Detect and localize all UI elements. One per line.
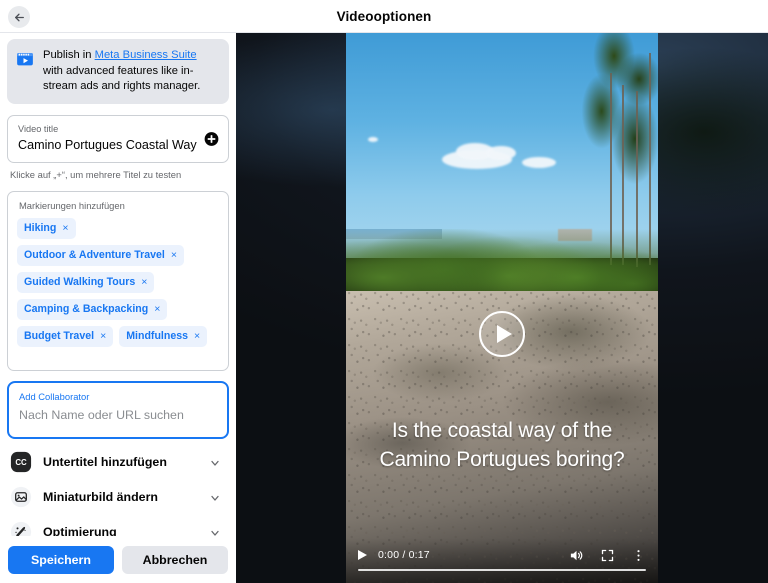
- row-change-thumbnail[interactable]: Miniaturbild ändern: [7, 480, 229, 515]
- collaborator-search-input[interactable]: Nach Name oder URL suchen: [19, 406, 217, 425]
- dialog-header: Videooptionen: [0, 0, 768, 33]
- row-label: Untertitel hinzufügen: [43, 455, 167, 469]
- chevron-down-icon[interactable]: [209, 526, 221, 536]
- add-collaborator-label: Add Collaborator: [19, 390, 90, 402]
- video-options-dialog: Videooptionen Publish in Meta Business S…: [0, 0, 768, 583]
- tag-remove-icon[interactable]: ×: [194, 330, 200, 341]
- add-title-button[interactable]: [204, 131, 219, 146]
- meta-business-suite-banner: Publish in Meta Business Suite with adva…: [7, 39, 229, 104]
- cancel-button[interactable]: Abbrechen: [122, 545, 228, 574]
- cloud-shape: [368, 137, 378, 142]
- time-display: 0:00 / 0:17: [378, 549, 430, 561]
- video-title-label: Video title: [18, 123, 59, 134]
- video-preview-region: Is the coastal way of the Camino Portugu…: [236, 33, 768, 583]
- tag-chip-label: Outdoor & Adventure Travel: [24, 248, 165, 261]
- tag-chip-label: Camping & Backpacking: [24, 302, 149, 315]
- video-clapper-icon: [16, 50, 34, 68]
- add-collaborator-field[interactable]: Add Collaborator Nach Name oder URL such…: [7, 380, 229, 439]
- video-controls: 0:00 / 0:17: [346, 538, 658, 583]
- tag-chip[interactable]: Budget Travel ×: [17, 325, 114, 347]
- row-add-subtitles[interactable]: CC Untertitel hinzufügen: [7, 445, 229, 480]
- options-rows: CC Untertitel hinzufügen Miniaturbild än…: [7, 445, 229, 536]
- cloud-shape: [486, 146, 516, 160]
- magic-wand-icon: [10, 521, 32, 536]
- play-triangle: [497, 325, 512, 343]
- chevron-down-icon[interactable]: [209, 456, 221, 468]
- row-optimization[interactable]: Optimierung: [7, 515, 229, 536]
- tag-remove-icon[interactable]: ×: [62, 222, 68, 233]
- volume-high-icon[interactable]: [569, 548, 584, 563]
- options-scroll-area[interactable]: Publish in Meta Business Suite with adva…: [0, 33, 236, 536]
- tag-chip-label: Budget Travel: [24, 329, 95, 342]
- video-progress-bar[interactable]: [358, 568, 646, 571]
- arrow-left-icon: [13, 11, 26, 24]
- more-vertical-icon[interactable]: [631, 548, 646, 563]
- tag-remove-icon[interactable]: ×: [171, 249, 177, 260]
- tag-chip[interactable]: Outdoor & Adventure Travel ×: [17, 244, 185, 266]
- row-label: Optimierung: [43, 525, 117, 536]
- tag-chip[interactable]: Mindfulness ×: [119, 325, 208, 347]
- tag-chip[interactable]: Hiking ×: [17, 217, 76, 239]
- tags-label: Markierungen hinzufügen: [19, 199, 125, 211]
- row-label: Miniaturbild ändern: [43, 490, 158, 504]
- tag-chip[interactable]: Guided Walking Tours ×: [17, 271, 155, 293]
- tags-list: Hiking × Outdoor & Adventure Travel × Gu…: [17, 217, 219, 347]
- back-button[interactable]: [8, 6, 30, 28]
- dialog-footer: Speichern Abbrechen: [0, 536, 236, 583]
- meta-business-suite-link[interactable]: Meta Business Suite: [95, 49, 197, 61]
- video-title-field[interactable]: Video title Camino Portugues Coastal Way: [7, 114, 229, 163]
- tag-remove-icon[interactable]: ×: [154, 303, 160, 314]
- video-title-hint: Klicke auf „+“, um mehrere Titel zu test…: [10, 168, 182, 180]
- play-icon[interactable]: [358, 550, 367, 560]
- video-player[interactable]: Is the coastal way of the Camino Portugu…: [346, 33, 658, 583]
- save-button[interactable]: Speichern: [8, 545, 114, 574]
- video-caption-overlay: Is the coastal way of the Camino Portugu…: [379, 419, 625, 471]
- page-title: Videooptionen: [336, 8, 432, 24]
- tags-box[interactable]: Markierungen hinzufügen Hiking × Outdoor…: [7, 190, 229, 371]
- tag-chip-label: Guided Walking Tours: [24, 275, 136, 288]
- tag-chip[interactable]: Camping & Backpacking ×: [17, 298, 168, 320]
- banner-text: Publish in Meta Business Suite with adva…: [43, 48, 219, 95]
- tag-remove-icon[interactable]: ×: [100, 330, 106, 341]
- video-title-input[interactable]: Camino Portugues Coastal Way: [18, 136, 218, 154]
- tag-chip-label: Mindfulness: [126, 329, 189, 342]
- fullscreen-icon[interactable]: [600, 548, 615, 563]
- video-controls-row: 0:00 / 0:17: [346, 546, 658, 564]
- tag-chip-label: Hiking: [24, 221, 57, 234]
- cloud-shape: [522, 157, 556, 168]
- image-thumbnail-icon: [10, 486, 32, 508]
- chevron-down-icon[interactable]: [209, 491, 221, 503]
- closed-caption-icon: CC: [10, 451, 32, 473]
- play-circle-icon[interactable]: [479, 311, 525, 357]
- banner-text-after: with advanced features like in-stream ad…: [43, 64, 201, 93]
- svg-text:CC: CC: [15, 458, 27, 467]
- tag-remove-icon[interactable]: ×: [141, 276, 147, 287]
- banner-text-before: Publish in: [43, 49, 95, 61]
- options-sidebar: Publish in Meta Business Suite with adva…: [0, 33, 236, 583]
